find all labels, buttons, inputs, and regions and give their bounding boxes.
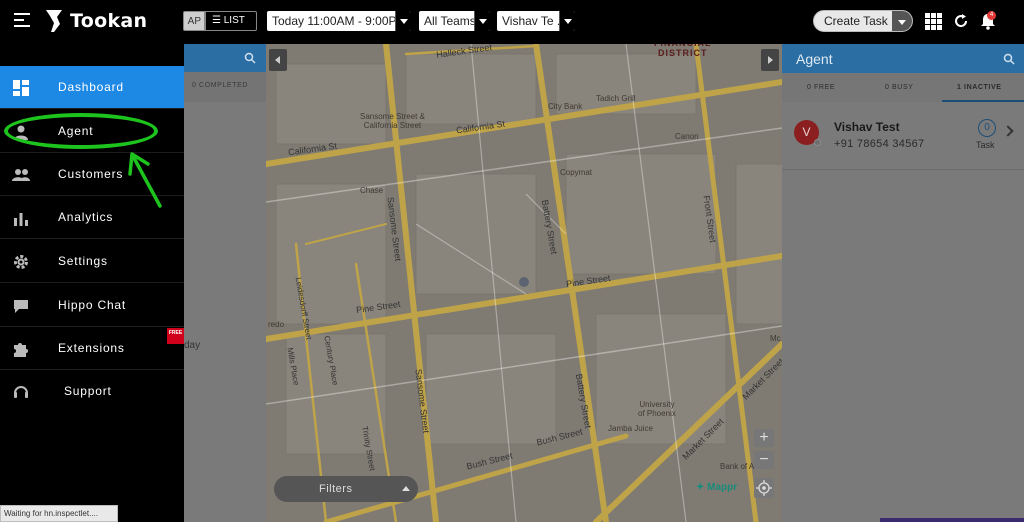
create-task-options-button[interactable] [892,11,912,31]
notification-count-badge: 4 [987,11,996,20]
agent-panel: Agent 0 FREE 0 BUSY 1 INACTIVE V Vishav … [782,44,1024,522]
date-range-dropdown[interactable]: Today 11:00AM - 9:00PM [267,11,411,31]
zoom-in-button[interactable]: + [754,429,774,447]
agent-list-item[interactable]: V Vishav Test +91 78654 34567 0 Task [782,102,1024,170]
sidebar-item-label: Analytics [58,210,114,224]
search-icon[interactable] [244,52,256,64]
create-task-label: Create Task [824,14,888,28]
agent-panel-header: Agent [782,44,1024,73]
list-view-toggle[interactable]: ☰ LIST [205,11,257,31]
sidebar-item-label: Extensions [58,341,125,355]
list-icon: ☰ [212,15,221,26]
sidebar-item-settings[interactable]: Settings [0,240,184,283]
logo[interactable]: Tookan [44,8,147,34]
date-range-value: Today 11:00AM - 9:00PM [272,14,407,28]
sidebar-item-dashboard[interactable]: Dashboard [0,66,184,109]
tab-free[interactable]: 0 FREE [807,84,835,91]
agent-panel-title: Agent [796,51,833,67]
puzzle-icon [14,343,28,357]
arrow-annotation-icon [128,152,162,208]
poi-label: Copymat [560,168,593,177]
tab-busy[interactable]: 0 BUSY [885,84,914,91]
status-dot [814,139,821,146]
free-badge: FREE [167,328,184,344]
map-canvas [266,44,782,522]
task-count-label: Task [976,140,995,150]
poi-label: City Bank [548,102,583,111]
poi-label: redo [268,320,285,329]
collapse-left-panel-button[interactable] [269,49,287,71]
sidebar-item-label: Hippo Chat [58,298,127,312]
tab-completed[interactable]: 0 COMPLETED [192,82,248,89]
hamburger-menu-icon[interactable] [14,13,30,27]
poi-label: Chase [360,186,384,195]
highlight-ellipse [4,113,158,149]
list-view-label: LIST [223,15,245,26]
chevron-down-icon [559,11,575,31]
poi-label: Canon [675,132,699,141]
team-dropdown[interactable]: All Teams [419,11,490,31]
apps-grid-icon[interactable] [925,13,942,30]
poi-label: Tadich Grill [596,94,636,103]
sidebar-item-extensions[interactable]: Extensions [0,327,184,370]
agent-name: Vishav Test [834,120,900,134]
sidebar-item-label: Support [64,384,112,398]
mappr-attribution: ✦ Mappr [696,482,738,493]
task-panel-header [184,44,266,72]
sidebar-item-support[interactable]: Support [0,370,184,413]
tab-inactive[interactable]: 1 INACTIVE [957,84,1002,91]
dashboard-icon [13,80,29,96]
poi-label: Mc [770,334,781,343]
poi-label: Jamba Juice [608,424,653,433]
sidebar-item-label: Settings [58,254,108,268]
agent-phone: +91 78654 34567 [834,138,925,150]
search-icon[interactable] [1003,53,1015,65]
zoom-out-button[interactable]: − [754,451,774,469]
chevron-down-icon [395,11,411,31]
bar-chart-icon [14,213,28,226]
chevron-down-icon [474,11,490,31]
team-value: All Teams [424,14,476,28]
chat-icon [14,300,28,313]
filters-label: Filters [319,483,353,495]
collapse-right-panel-button[interactable] [761,49,779,71]
create-task-button[interactable]: Create Task [813,10,913,32]
poi-label: Sansome Street & California Street [360,112,425,130]
task-tabs: 0 COMPLETED [184,72,266,102]
gear-icon [14,255,28,269]
chevron-right-icon[interactable] [1002,125,1014,137]
sidebar-item-label: Customers [58,167,124,181]
filters-button[interactable]: Filters [274,476,418,502]
map-view[interactable]: FINANCIAL DISTRICT Halleck Street Califo… [266,44,782,522]
mappr-logo-icon: ✦ [696,482,708,493]
poi-label: University of Phoenix [638,400,676,418]
task-count-badge: 0 [978,119,996,137]
chevron-up-icon [402,486,410,491]
map-view-toggle[interactable]: AP [183,11,205,31]
bottom-bar [880,518,1024,522]
headset-icon [14,386,28,398]
agent-filter-dropdown[interactable]: Vishav Te .. [497,11,575,31]
refresh-icon[interactable] [953,13,969,29]
top-bar: Tookan AP ☰ LIST Today 11:00AM - 9:00PM … [0,0,1024,42]
district-label: FINANCIAL DISTRICT [654,44,711,58]
agent-filter-value: Vishav Te .. [502,14,564,28]
poi-label: Bank of A [720,462,755,471]
crosshair-icon [756,480,772,496]
tookan-logo-icon [46,10,62,32]
sidebar-item-hippo-chat[interactable]: Hippo Chat [0,284,184,327]
browser-status-bar: Waiting for hn.inspectlet.... [0,505,118,522]
locate-me-button[interactable] [754,478,774,498]
sidebar-item-label: Dashboard [58,80,124,94]
app-name: Tookan [70,10,148,32]
task-panel: 0 COMPLETED day [184,44,266,522]
people-icon [12,169,30,181]
task-panel-text: day [184,340,201,351]
agent-status-tabs: 0 FREE 0 BUSY 1 INACTIVE [782,73,1024,102]
